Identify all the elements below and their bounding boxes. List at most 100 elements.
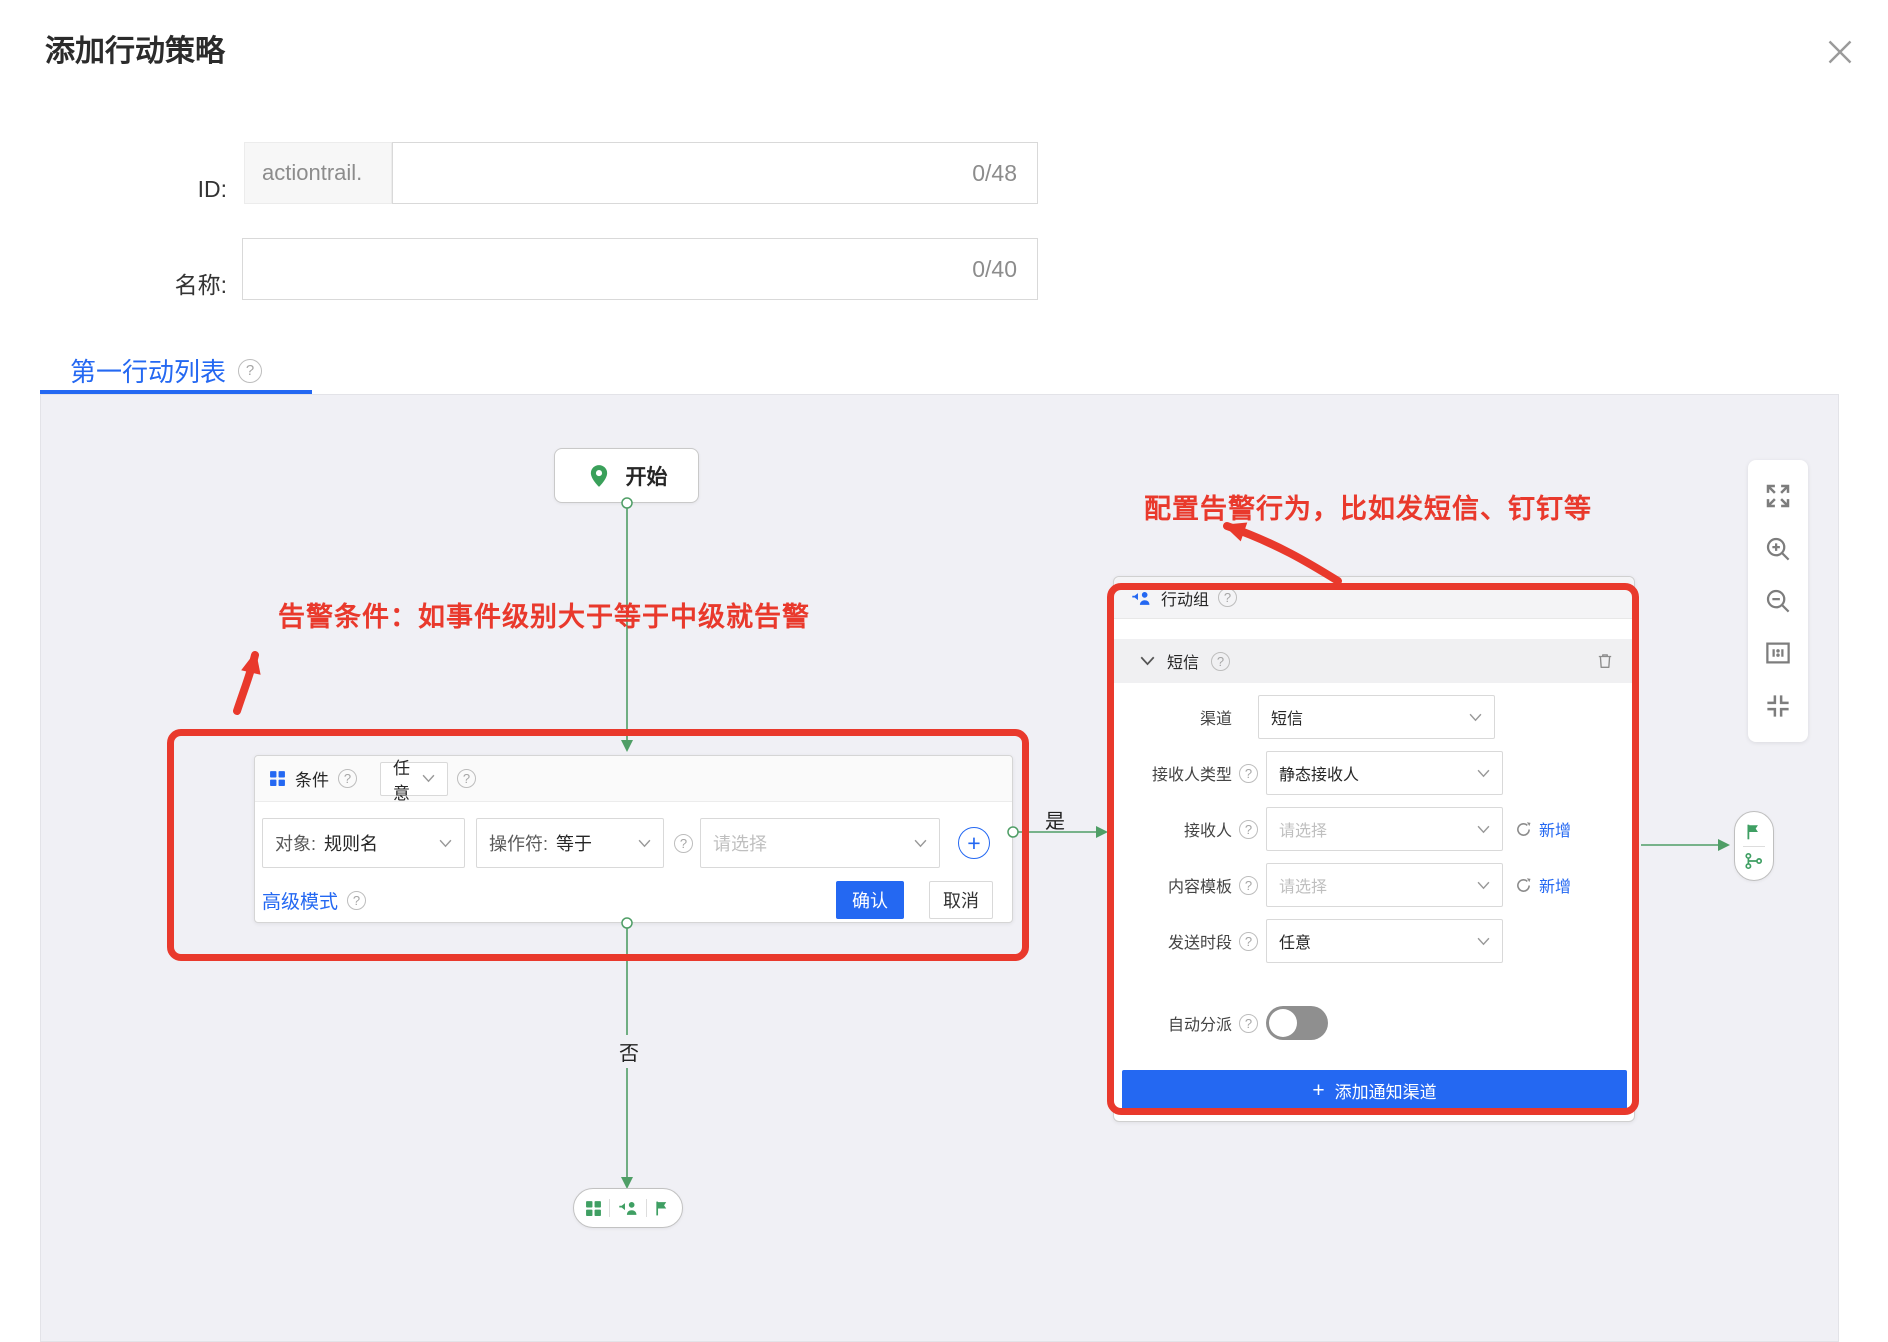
advanced-mode-link[interactable]: 高级模式 xyxy=(262,887,338,914)
zoom-in-icon xyxy=(1766,537,1790,560)
id-input[interactable] xyxy=(393,143,973,203)
close-button[interactable] xyxy=(1812,24,1868,80)
template-add-link[interactable]: 新增 xyxy=(1539,873,1571,897)
object-select-label: 对象: xyxy=(275,834,317,854)
fit-view-button[interactable] xyxy=(1758,686,1798,726)
trash-icon[interactable] xyxy=(1596,652,1614,670)
confirm-button[interactable]: 确认 xyxy=(836,881,904,919)
name-char-counter: 0/40 xyxy=(972,255,1017,282)
plus-icon: + xyxy=(967,829,981,856)
condition-node[interactable]: 条件 ? 任意 ? 对象: 规则名 操作符: 等于 ? 请选择 + 高级模式 ?… xyxy=(254,755,1013,923)
auto-dispatch-label: 自动分派 xyxy=(1167,1017,1232,1034)
operator-help-icon[interactable]: ? xyxy=(674,833,693,853)
zoom-out-button[interactable] xyxy=(1758,581,1798,621)
flag-icon xyxy=(656,1201,667,1215)
fit-view-icon xyxy=(1767,695,1789,717)
condition-help-icon[interactable]: ? xyxy=(338,769,357,788)
id-label: ID: xyxy=(197,176,227,202)
recipient-type-label: 接收人类型 xyxy=(1151,767,1232,784)
recipient-type-field-row: 接收人类型 ? 静态接收人 xyxy=(1114,751,1634,795)
announce-person-icon xyxy=(619,1202,637,1215)
condition-rule-row: 对象: 规则名 操作符: 等于 ? 请选择 + xyxy=(262,818,1007,868)
condition-footer: 高级模式 ? 确认 取消 xyxy=(262,880,993,920)
action-group-node[interactable]: 行动组 ? 短信 ? 渠道 短信 接收人类型 ? 静态接收人 接收人 ? 请选择… xyxy=(1113,576,1635,1122)
template-help-icon[interactable]: ? xyxy=(1239,875,1258,895)
chevron-down-icon xyxy=(1477,937,1490,945)
edge-label-no: 否 xyxy=(613,1035,645,1068)
match-mode-help-icon[interactable]: ? xyxy=(457,769,476,788)
refresh-icon[interactable] xyxy=(1515,877,1532,894)
fullscreen-button[interactable] xyxy=(1758,476,1798,516)
chevron-down-icon xyxy=(439,839,452,847)
divider xyxy=(609,1199,610,1217)
tab-help-icon[interactable]: ? xyxy=(238,358,263,383)
operator-select[interactable]: 操作符: 等于 xyxy=(476,818,664,868)
match-mode-select[interactable]: 任意 xyxy=(380,759,448,803)
value-select[interactable]: 请选择 xyxy=(700,818,940,868)
sms-section-title: 短信 xyxy=(1167,655,1200,672)
object-select[interactable]: 对象: 规则名 xyxy=(262,818,465,868)
fullscreen-icon xyxy=(1766,484,1790,508)
advanced-mode-help-icon[interactable]: ? xyxy=(347,890,367,910)
next-list-node[interactable] xyxy=(1734,811,1774,881)
match-mode-value: 任意 xyxy=(393,758,410,803)
object-select-value: 规则名 xyxy=(324,834,379,854)
template-placeholder: 请选择 xyxy=(1279,879,1328,896)
grid-icon xyxy=(270,771,285,786)
flow-canvas[interactable]: 开始 条件 ? 任意 ? 对象: 规则名 操作符: 等于 ? 请选择 + 高级模… xyxy=(40,394,1839,1342)
condition-title: 条件 xyxy=(295,771,329,790)
cancel-button[interactable]: 取消 xyxy=(929,881,993,919)
zoom-in-button[interactable] xyxy=(1758,529,1798,569)
sms-section-help-icon[interactable]: ? xyxy=(1211,651,1231,671)
plus-icon: + xyxy=(1312,1078,1325,1102)
operator-select-label: 操作符: xyxy=(489,834,549,854)
recipient-select[interactable]: 请选择 xyxy=(1266,807,1503,851)
recipient-placeholder: 请选择 xyxy=(1279,823,1328,840)
period-select[interactable]: 任意 xyxy=(1266,919,1503,963)
channel-select[interactable]: 短信 xyxy=(1258,695,1495,739)
branch-icon xyxy=(1745,852,1763,869)
recipient-add-link[interactable]: 新增 xyxy=(1539,817,1571,841)
divider xyxy=(1743,845,1765,847)
auto-dispatch-help-icon[interactable]: ? xyxy=(1239,1013,1258,1033)
add-notify-channel-button[interactable]: + 添加通知渠道 xyxy=(1122,1070,1627,1111)
location-pin-icon xyxy=(590,464,607,487)
actual-size-icon xyxy=(1766,642,1790,664)
recipient-field-row: 接收人 ? 请选择 新增 xyxy=(1114,807,1634,851)
tab-label: 第一行动列表 xyxy=(70,357,227,387)
recipient-type-value: 静态接收人 xyxy=(1279,767,1360,784)
edge-label-yes: 是 xyxy=(1045,811,1065,833)
recipient-type-help-icon[interactable]: ? xyxy=(1239,763,1258,783)
start-node[interactable]: 开始 xyxy=(554,448,699,503)
sms-section-bar[interactable]: 短信 ? xyxy=(1114,639,1634,683)
recipient-help-icon[interactable]: ? xyxy=(1239,819,1258,839)
period-help-icon[interactable]: ? xyxy=(1239,931,1258,951)
actual-size-button[interactable] xyxy=(1758,633,1798,673)
divider xyxy=(646,1199,647,1217)
close-icon xyxy=(1828,40,1852,64)
id-prefix: actiontrail. xyxy=(244,142,392,204)
end-branch-node[interactable] xyxy=(573,1188,683,1228)
refresh-icon[interactable] xyxy=(1515,821,1532,838)
action-group-title: 行动组 xyxy=(1161,591,1210,609)
auto-dispatch-toggle[interactable] xyxy=(1266,1006,1328,1040)
start-node-label: 开始 xyxy=(625,465,668,489)
chevron-down-icon xyxy=(1140,656,1155,666)
period-value: 任意 xyxy=(1279,935,1312,952)
operator-select-value: 等于 xyxy=(556,834,593,854)
tab-first-action-list[interactable]: 第一行动列表 ? xyxy=(70,352,263,389)
action-group-help-icon[interactable]: ? xyxy=(1218,588,1238,607)
name-input[interactable] xyxy=(243,239,973,299)
announce-person-icon xyxy=(1132,591,1150,605)
page-title: 添加行动策略 xyxy=(45,35,225,68)
channel-value: 短信 xyxy=(1271,711,1304,728)
action-group-header: 行动组 ? xyxy=(1114,577,1634,619)
chevron-down-icon xyxy=(1477,825,1490,833)
zoom-out-icon xyxy=(1766,589,1790,613)
id-char-counter: 0/48 xyxy=(972,159,1017,186)
template-label: 内容模板 xyxy=(1167,879,1232,896)
toggle-knob xyxy=(1269,1009,1297,1037)
template-select[interactable]: 请选择 xyxy=(1266,863,1503,907)
recipient-type-select[interactable]: 静态接收人 xyxy=(1266,751,1503,795)
add-condition-button[interactable]: + xyxy=(958,827,990,859)
